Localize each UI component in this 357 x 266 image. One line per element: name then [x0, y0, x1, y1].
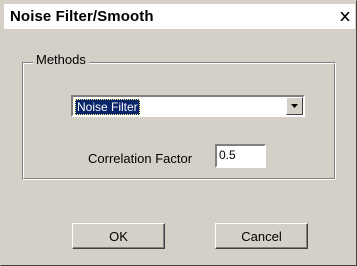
- title-bar[interactable]: Noise Filter/Smooth: [4, 4, 355, 29]
- method-dropdown[interactable]: Noise Filter: [71, 95, 305, 117]
- cancel-button[interactable]: Cancel: [215, 223, 308, 249]
- close-icon: [340, 11, 350, 21]
- correlation-factor-label: Correlation Factor: [88, 151, 193, 166]
- noise-filter-dialog: Noise Filter/Smooth Methods Noise Filter…: [0, 0, 357, 266]
- correlation-factor-input[interactable]: 0.5: [215, 144, 266, 168]
- close-button[interactable]: [337, 8, 353, 24]
- ok-button[interactable]: OK: [72, 223, 165, 249]
- dropdown-button[interactable]: [286, 97, 303, 115]
- methods-group-label: Methods: [33, 52, 89, 67]
- chevron-down-icon: [291, 104, 298, 108]
- method-selected-value: Noise Filter: [75, 99, 140, 115]
- dialog-title: Noise Filter/Smooth: [10, 8, 154, 25]
